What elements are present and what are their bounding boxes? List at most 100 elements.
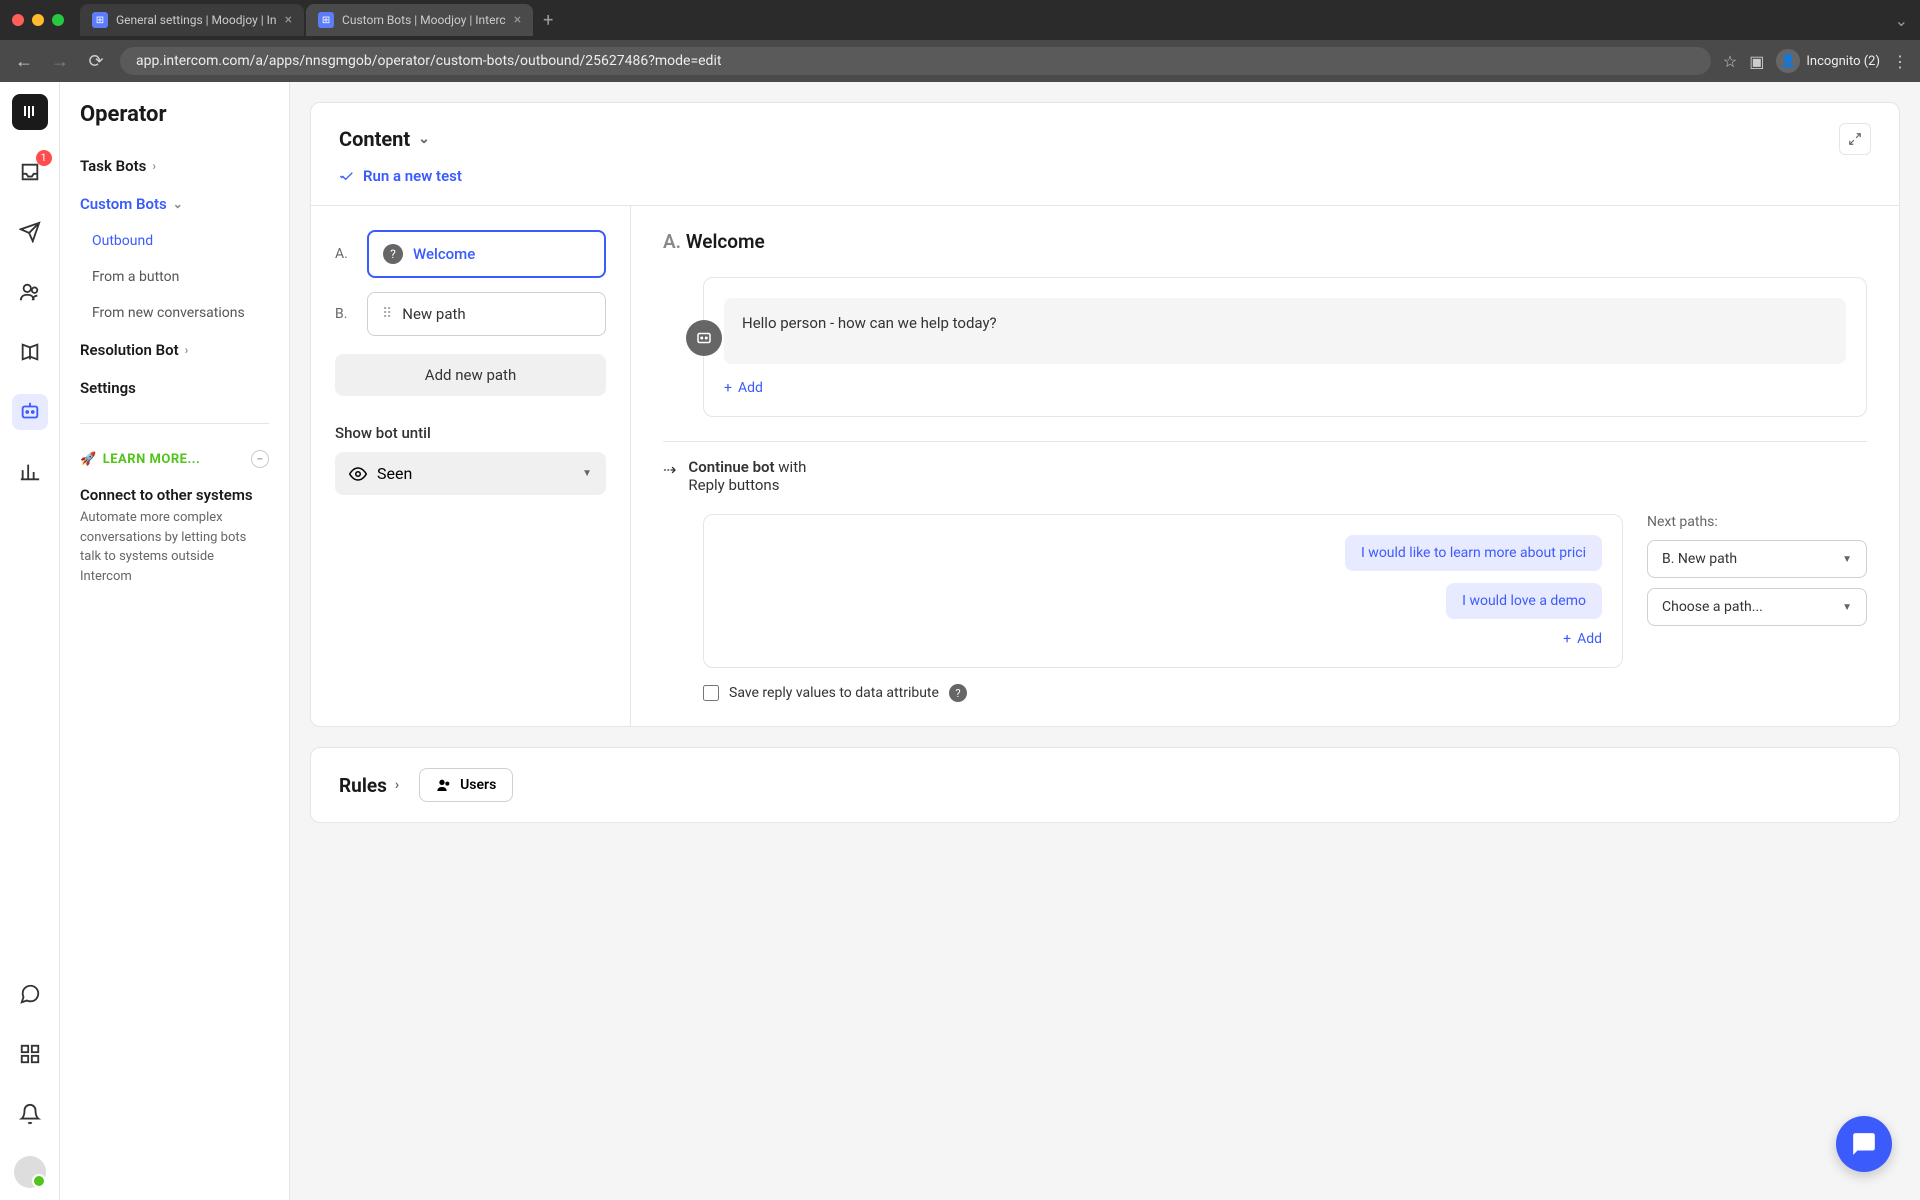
run-test-button[interactable]: Run a new test [311,155,1899,205]
minimize-window[interactable] [32,14,44,26]
apps-nav[interactable] [12,1036,48,1072]
url-input[interactable]: app.intercom.com/a/apps/nnsgmgob/operato… [120,47,1711,75]
browser-tab[interactable]: ⊞ Custom Bots | Moodjoy | Interc × [306,4,533,36]
icon-rail: 1 [0,82,60,1200]
arrow-right-icon: ⇢ [663,460,676,479]
content-section-toggle[interactable]: Content ⌄ [339,127,430,151]
tab-title: General settings | Moodjoy | In [116,13,277,27]
reply-button[interactable]: I would love a demo [1446,583,1602,619]
incognito-indicator[interactable]: 👤 Incognito (2) [1776,49,1880,73]
window-controls [12,14,64,26]
next-path-select[interactable]: B. New path ▼ [1647,540,1867,578]
incognito-icon: 👤 [1776,49,1800,73]
detail-column: A. Welcome Hello person - how can we hel… [631,206,1899,726]
add-reply-button[interactable]: + Add [1563,631,1602,647]
continue-bot-row: ⇢ Continue bot with Reply buttons [663,441,1867,494]
maximize-window[interactable] [52,14,64,26]
drag-handle-icon[interactable]: ⠿ [382,306,392,322]
tab-favicon: ⊞ [92,12,108,28]
messenger-nav[interactable] [12,976,48,1012]
plus-icon: + [1563,631,1571,647]
nav-custom-bots[interactable]: Custom Bots ⌄ [60,185,289,223]
add-path-button[interactable]: Add new path [335,354,606,396]
content-card: Content ⌄ Run a new test A. ? Wel [310,102,1900,727]
reply-buttons-box: I would like to learn more about prici I… [703,514,1623,668]
outbound-nav[interactable] [12,214,48,250]
intercom-messenger-fab[interactable] [1836,1116,1892,1172]
close-tab-icon[interactable]: × [285,12,292,28]
divider [80,423,269,424]
path-name: New path [402,305,465,323]
user-avatar[interactable] [14,1156,46,1188]
articles-nav[interactable] [12,334,48,370]
intercom-logo[interactable] [12,94,48,130]
back-button[interactable]: ← [12,51,36,72]
show-until-value: Seen [377,464,412,483]
next-paths-label: Next paths: [1647,514,1867,530]
new-tab-button[interactable]: + [535,10,561,31]
paths-column: A. ? Welcome B. ⠿ New path Add new pa [311,206,631,726]
expand-button[interactable] [1839,123,1871,155]
tabs-overflow-icon[interactable]: ⌄ [1895,11,1908,30]
message-block: Hello person - how can we help today? + … [703,277,1867,417]
nav-outbound[interactable]: Outbound [60,223,289,259]
contacts-nav[interactable] [12,274,48,310]
plus-icon: + [724,380,732,396]
nav-settings[interactable]: Settings [60,369,289,407]
learn-more[interactable]: 🚀 LEARN MORE... − [60,440,289,478]
bot-avatar-icon [686,320,722,356]
save-reply-checkbox[interactable] [703,685,719,701]
rules-card: Rules › Users [310,747,1900,823]
help-icon[interactable]: ? [949,684,967,702]
main-content: Content ⌄ Run a new test A. ? Wel [290,82,1920,1200]
dropdown-arrow-icon: ▼ [582,468,592,479]
operator-nav[interactable] [12,394,48,430]
path-name: Welcome [413,245,475,263]
message-bubble[interactable]: Hello person - how can we help today? [724,298,1846,364]
nav-resolution-bot[interactable]: Resolution Bot › [60,331,289,369]
path-letter: A. [335,246,355,262]
close-tab-icon[interactable]: × [514,12,521,28]
incognito-label: Incognito (2) [1806,54,1880,69]
menu-icon[interactable]: ⋮ [1892,52,1908,71]
close-window[interactable] [12,14,24,26]
chevron-down-icon: ⌄ [418,131,430,147]
browser-address-bar: ← → ⟳ app.intercom.com/a/apps/nnsgmgob/o… [0,40,1920,82]
add-message-button[interactable]: + Add [724,380,1846,396]
bookmark-icon[interactable]: ☆ [1723,52,1737,71]
path-letter: B. [335,306,355,322]
path-item-welcome[interactable]: ? Welcome [367,230,606,278]
chevron-right-icon: › [395,777,399,793]
dropdown-arrow-icon: ▼ [1842,602,1852,613]
reply-button[interactable]: I would like to learn more about prici [1345,535,1602,571]
extensions-icon[interactable]: ▣ [1749,52,1764,71]
nav-from-new-conversations[interactable]: From new conversations [60,295,289,331]
browser-tab-bar: ⊞ General settings | Moodjoy | In × ⊞ Cu… [0,0,1920,40]
help-icon: ? [383,244,403,264]
collapse-icon[interactable]: − [251,450,269,468]
notifications-nav[interactable] [12,1096,48,1132]
detail-title: A. Welcome [663,230,1867,253]
nav-task-bots[interactable]: Task Bots › [60,147,289,185]
show-until-select[interactable]: Seen ▼ [335,452,606,495]
next-path-select[interactable]: Choose a path... ▼ [1647,588,1867,626]
chevron-right-icon: › [185,343,189,357]
rocket-icon: 🚀 [80,452,97,467]
reports-nav[interactable] [12,454,48,490]
rules-section-toggle[interactable]: Rules › [339,774,399,797]
path-item-new-path[interactable]: ⠿ New path [367,292,606,336]
save-reply-label: Save reply values to data attribute [729,685,939,701]
tab-title: Custom Bots | Moodjoy | Interc [342,13,506,27]
browser-tab[interactable]: ⊞ General settings | Moodjoy | In × [80,4,304,36]
save-reply-row: Save reply values to data attribute ? [703,684,1867,702]
reload-button[interactable]: ⟳ [84,51,108,72]
nav-from-button[interactable]: From a button [60,259,289,295]
users-icon [436,777,452,793]
inbox-nav[interactable]: 1 [12,154,48,190]
url-text: app.intercom.com/a/apps/nnsgmgob/operato… [136,53,721,69]
tab-favicon: ⊞ [318,12,334,28]
forward-button[interactable]: → [48,51,72,72]
users-chip[interactable]: Users [419,768,513,802]
eye-icon [349,465,367,483]
sidebar: Operator Task Bots › Custom Bots ⌄ Outbo… [60,82,290,1200]
